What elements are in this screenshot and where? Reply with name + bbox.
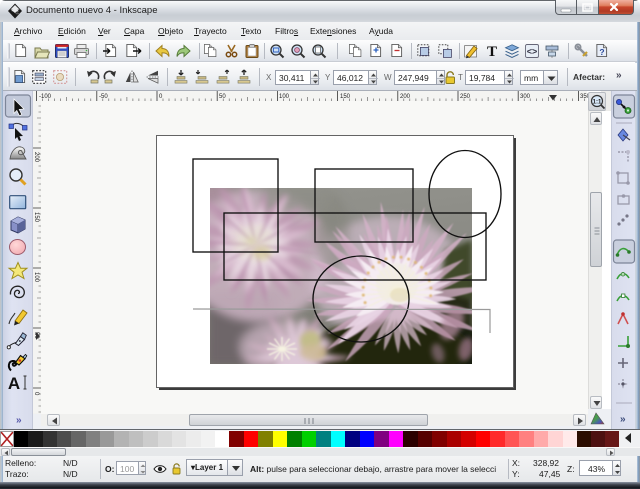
svg-text:50: 50: [219, 94, 226, 100]
svg-text:A: A: [8, 374, 20, 393]
svg-text:-50: -50: [99, 94, 108, 100]
svg-text:150: 150: [33, 212, 39, 223]
svg-text:<>: <>: [527, 47, 538, 57]
svg-text:150: 150: [340, 94, 351, 100]
svg-text:250: 250: [460, 94, 471, 100]
svg-text:»: »: [620, 414, 626, 425]
svg-text:?: ?: [599, 47, 604, 57]
svg-text:200: 200: [33, 152, 39, 163]
svg-text:100: 100: [33, 272, 39, 283]
svg-text:300: 300: [520, 94, 531, 100]
svg-text:200: 200: [400, 94, 411, 100]
svg-text:T: T: [487, 44, 497, 60]
svg-text:1:1: 1:1: [593, 100, 602, 106]
svg-text:100: 100: [279, 94, 290, 100]
svg-text:»: »: [16, 415, 22, 426]
svg-text:-100: -100: [39, 94, 52, 100]
